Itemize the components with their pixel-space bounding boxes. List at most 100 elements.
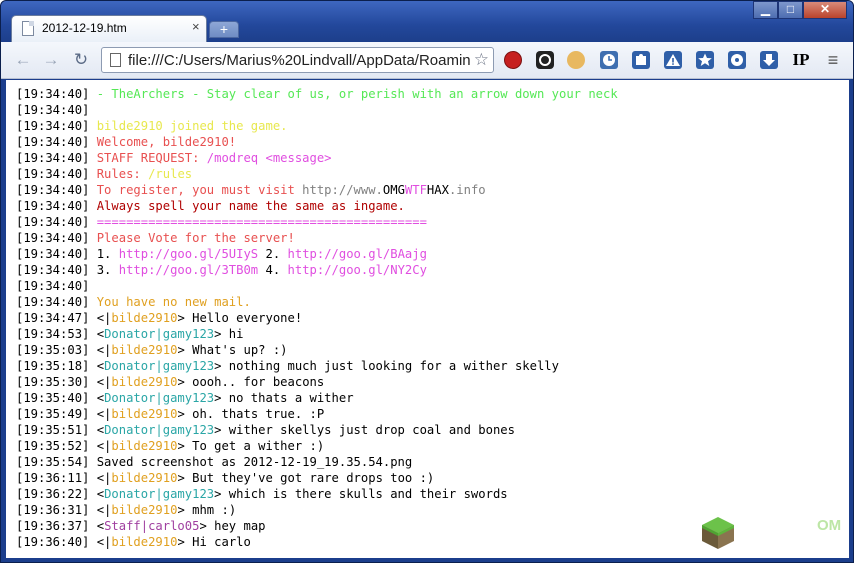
log-timestamp: [19:34:40] bbox=[16, 263, 97, 277]
log-segment: > hi bbox=[214, 327, 244, 341]
watermark-text: OM bbox=[817, 517, 842, 534]
log-line: [19:34:40] STAFF REQUEST: /modreq <messa… bbox=[16, 150, 332, 166]
log-line: [19:34:53] <Donator|gamy123> hi bbox=[16, 326, 243, 342]
reload-icon[interactable]: ↻ bbox=[71, 51, 91, 69]
log-timestamp: [19:34:40] bbox=[16, 151, 97, 165]
browser-window: 2012-12-19.htm × + ▁ □ ✕ ← → ↻ file:///C… bbox=[0, 0, 854, 563]
log-timestamp: [19:36:11] bbox=[16, 471, 97, 485]
log-segment: > mhm :) bbox=[177, 503, 237, 517]
log-line: [19:36:37] <Staff|carlo05> hey map bbox=[16, 518, 266, 534]
log-timestamp: [19:36:22] bbox=[16, 487, 97, 501]
log-line: [19:36:31] <|bilde2910> mhm :) bbox=[16, 502, 236, 518]
log-segment: Please Vote for the server! bbox=[96, 231, 295, 245]
window-controls: ▁ □ ✕ bbox=[753, 1, 847, 19]
url-text[interactable]: file:///C:/Users/Marius%20Lindvall/AppDa… bbox=[128, 52, 483, 69]
log-timestamp: [19:35:54] bbox=[16, 455, 97, 469]
log-line: [19:35:40] <Donator|gamy123> no thats a … bbox=[16, 390, 354, 406]
new-tab-button[interactable]: + bbox=[209, 21, 239, 38]
log-segment: bilde2910 bbox=[111, 471, 178, 485]
log-line: [19:35:51] <Donator|gamy123> wither skel… bbox=[16, 422, 515, 438]
log-line: [19:36:22] <Donator|gamy123> which is th… bbox=[16, 486, 508, 502]
log-segment: Saved screenshot as 2012-12-19_19.35.54.… bbox=[96, 455, 413, 469]
log-line: [19:36:11] <|bilde2910> But they've got … bbox=[16, 470, 434, 486]
log-segment: Donator|gamy123 bbox=[104, 327, 215, 341]
log-segment: < bbox=[96, 519, 105, 533]
log-line: [19:35:54] Saved screenshot as 2012-12-1… bbox=[16, 454, 412, 470]
log-line: [19:34:40] bbox=[16, 278, 97, 294]
log-segment[interactable]: http://www. bbox=[302, 183, 383, 197]
log-segment: < bbox=[96, 391, 105, 405]
log-segment: <| bbox=[96, 471, 112, 485]
log-segment[interactable]: http://goo.gl/NY2Cy bbox=[288, 263, 427, 277]
address-bar[interactable]: file:///C:/Users/Marius%20Lindvall/AppDa… bbox=[101, 47, 494, 73]
log-timestamp: [19:34:40] bbox=[16, 183, 97, 197]
log-timestamp: [19:36:40] bbox=[16, 535, 97, 549]
log-segment: > wither skellys just drop coal and bone… bbox=[214, 423, 515, 437]
log-segment[interactable]: http://goo.gl/3TB0m bbox=[119, 263, 258, 277]
log-segment: bilde2910 bbox=[111, 407, 178, 421]
log-segment: Always spell your name the same as ingam… bbox=[96, 199, 405, 213]
log-segment: < bbox=[96, 359, 105, 373]
download-icon[interactable] bbox=[760, 51, 778, 69]
warning-icon[interactable] bbox=[664, 51, 682, 69]
log-segment: > oooh.. for beacons bbox=[177, 375, 325, 389]
fox-icon[interactable] bbox=[567, 51, 585, 69]
log-segment: .info bbox=[448, 183, 486, 197]
log-segment: STAFF REQUEST: bbox=[96, 151, 207, 165]
star-icon[interactable] bbox=[696, 51, 714, 69]
minimize-button[interactable]: ▁ bbox=[753, 1, 778, 19]
log-segment: bilde2910 bbox=[111, 311, 178, 325]
log-line: [19:35:30] <|bilde2910> oooh.. for beaco… bbox=[16, 374, 324, 390]
log-segment: bilde2910 bbox=[111, 535, 178, 549]
log-timestamp: [19:34:40] bbox=[16, 215, 97, 229]
log-segment: Donator|gamy123 bbox=[104, 487, 215, 501]
puzzle-icon[interactable] bbox=[632, 51, 650, 69]
log-timestamp: [19:34:40] bbox=[16, 279, 97, 293]
log-segment: - TheArchers - Stay clear of us, or peri… bbox=[96, 87, 618, 101]
log-segment: > But they've got rare drops too :) bbox=[177, 471, 435, 485]
log-timestamp: [19:36:31] bbox=[16, 503, 97, 517]
log-segment: > Hi carlo bbox=[177, 535, 251, 549]
grass-block-icon bbox=[702, 517, 734, 549]
log-segment: /modreq <message> bbox=[206, 151, 332, 165]
log-segment[interactable]: http://goo.gl/BAajg bbox=[288, 247, 427, 261]
toolbar: ← → ↻ file:///C:/Users/Marius%20Lindvall… bbox=[1, 42, 853, 79]
radiation-icon[interactable] bbox=[728, 51, 746, 69]
forward-icon[interactable]: → bbox=[41, 51, 61, 69]
log-line: [19:34:40] 1. http://goo.gl/5UIyS 2. htt… bbox=[16, 246, 427, 262]
tab-2012-12-19[interactable]: 2012-12-19.htm × bbox=[11, 15, 207, 42]
tab-close-icon[interactable]: × bbox=[192, 19, 200, 34]
log-segment: ========================================… bbox=[96, 215, 427, 229]
log-line: [19:34:40] 3. http://goo.gl/3TB0m 4. htt… bbox=[16, 262, 427, 278]
clock-icon[interactable] bbox=[600, 51, 618, 69]
log-timestamp: [19:35:03] bbox=[16, 343, 97, 357]
log-timestamp: [19:34:40] bbox=[16, 199, 97, 213]
log-timestamp: [19:34:40] bbox=[16, 247, 97, 261]
log-segment: > nothing much just looking for a wither… bbox=[214, 359, 559, 373]
log-line: [19:34:40] To register, you must visit h… bbox=[16, 182, 486, 198]
log-timestamp: [19:34:53] bbox=[16, 327, 97, 341]
menu-icon[interactable]: ≡ bbox=[824, 51, 842, 69]
log-line: [19:36:40] <|bilde2910> Hi carlo bbox=[16, 534, 251, 550]
close-button[interactable]: ✕ bbox=[803, 1, 847, 19]
log-line: [19:35:03] <|bilde2910> What's up? :) bbox=[16, 342, 288, 358]
log-timestamp: [19:36:37] bbox=[16, 519, 97, 533]
log-segment: <| bbox=[96, 407, 112, 421]
camera-icon[interactable] bbox=[536, 51, 554, 69]
log-segment: 4. bbox=[258, 263, 288, 277]
log-segment: < bbox=[96, 487, 105, 501]
log-segment: > hey map bbox=[199, 519, 266, 533]
log-segment: > no thats a wither bbox=[214, 391, 354, 405]
log-timestamp: [19:35:18] bbox=[16, 359, 97, 373]
ip-icon[interactable]: IP bbox=[790, 51, 812, 69]
log-segment: < bbox=[96, 327, 105, 341]
record-icon[interactable] bbox=[504, 51, 522, 69]
back-icon[interactable]: ← bbox=[13, 51, 33, 69]
log-timestamp: [19:35:40] bbox=[16, 391, 97, 405]
log-segment: Donator|gamy123 bbox=[104, 391, 215, 405]
maximize-button[interactable]: □ bbox=[778, 1, 803, 19]
log-segment: bilde2910 bbox=[111, 343, 178, 357]
page-content: [19:34:40] - TheArchers - Stay clear of … bbox=[6, 80, 849, 558]
log-segment[interactable]: http://goo.gl/5UIyS bbox=[119, 247, 258, 261]
bookmark-star-icon[interactable]: ☆ bbox=[470, 50, 489, 70]
